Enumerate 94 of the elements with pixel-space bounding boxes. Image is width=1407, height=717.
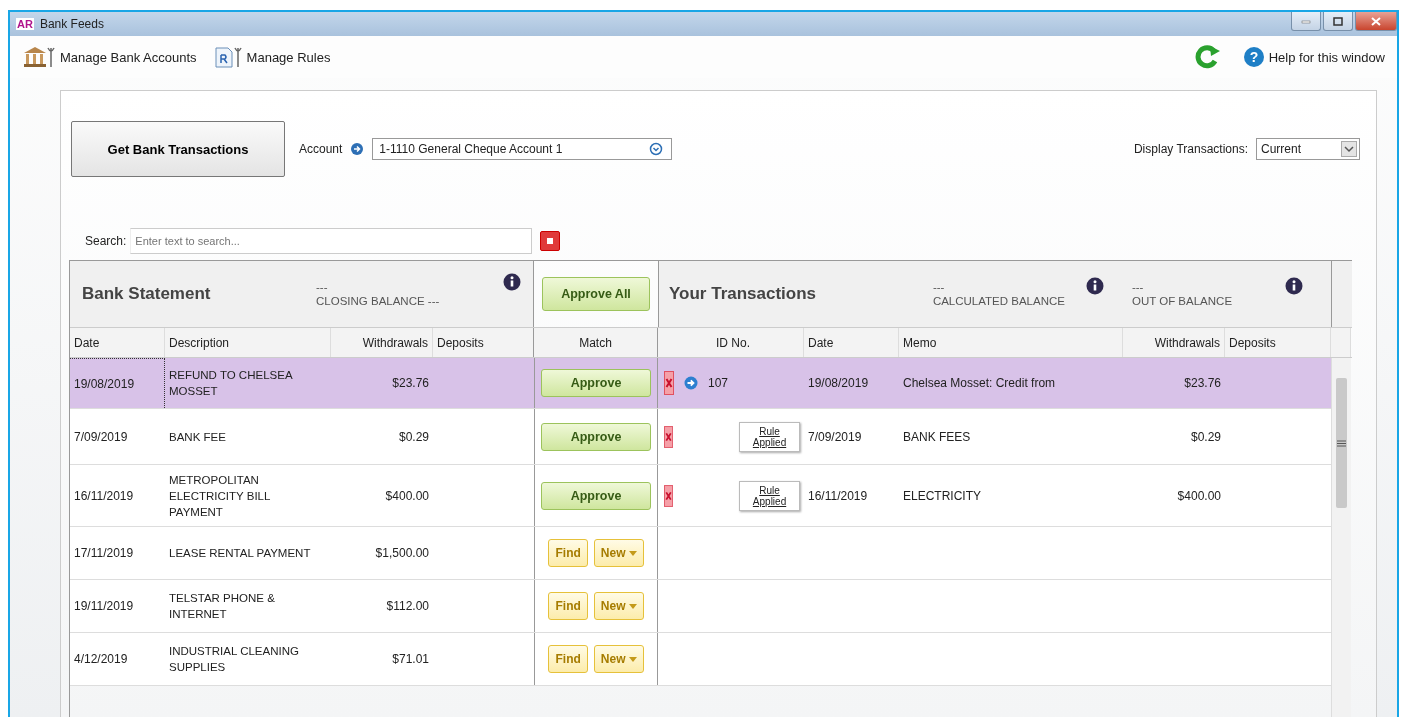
- date-cell-text: 7/09/2019: [807, 428, 863, 446]
- withdrawal-cell-text: $0.29: [1189, 428, 1222, 446]
- column-header[interactable]: Date: [804, 328, 899, 357]
- panel-title: Your Transactions: [669, 284, 818, 304]
- approve-button[interactable]: Approve: [541, 422, 651, 451]
- help-button[interactable]: ? Help for this window: [1242, 46, 1385, 68]
- chevron-down-icon: [649, 142, 664, 156]
- reject-icon[interactable]: [664, 371, 674, 395]
- search-label: Search:: [85, 234, 127, 248]
- memo-cell-text: BANK FEES: [902, 428, 972, 446]
- grip-icon: [1337, 439, 1346, 447]
- description-cell-text: LEASE RENTAL PAYMENT: [168, 546, 312, 561]
- display-select[interactable]: Current: [1256, 138, 1360, 160]
- balance-value: ---: [316, 281, 328, 293]
- search-field[interactable]: Enter text to search...: [130, 228, 533, 254]
- close-icon: [1371, 16, 1381, 26]
- date-cell-text: 4/12/2019: [73, 651, 129, 668]
- column-header[interactable]: Date: [70, 328, 165, 357]
- column-header[interactable]: Match: [534, 328, 658, 357]
- scrollbar-thumb[interactable]: [1336, 378, 1347, 508]
- display-transactions-label: Display Transactions:: [1133, 142, 1248, 156]
- transaction-row[interactable]: 19/08/2019 REFUND TO CHELSEA MOSSET $23.76 Approve 107 19/08/2019 Chelsea Mosset: Credit from $23.76: [70, 358, 1331, 409]
- column-header[interactable]: Withdrawals: [1123, 328, 1225, 357]
- date-cell-text: 16/11/2019: [807, 487, 869, 505]
- withdrawal-cell-text: $23.76: [391, 375, 430, 392]
- balance-label: OUT OF BALANCE: [1131, 295, 1233, 307]
- rule-applied-badge[interactable]: Rule Applied: [739, 480, 800, 511]
- memo-cell-text: ELECTRICITY: [902, 487, 982, 505]
- bank-building-icon: [22, 46, 56, 68]
- document-wrench-icon: [212, 46, 243, 68]
- caret-icon: [628, 656, 637, 662]
- toolbar-button[interactable]: Manage Bank Accounts: [22, 46, 197, 68]
- description-cell-text: TELSTAR PHONE & INTERNET: [168, 591, 276, 622]
- withdrawal-cell-text: $23.76: [1183, 375, 1222, 392]
- withdrawal-cell-text: $400.00: [1176, 487, 1222, 505]
- column-header[interactable]: Deposits: [1225, 328, 1331, 357]
- maximize-button[interactable]: [1323, 12, 1353, 31]
- withdrawal-cell-text: $1,500.00: [374, 545, 430, 562]
- withdrawal-cell-text: $71.01: [391, 651, 430, 668]
- app-logo: AR: [16, 18, 34, 30]
- clear-icon: [546, 237, 555, 245]
- caret-icon: [628, 603, 637, 609]
- column-header[interactable]: ID No.: [658, 328, 804, 357]
- account-label: Account: [299, 142, 343, 156]
- info-icon[interactable]: [1285, 277, 1303, 295]
- toolbar-button[interactable]: Manage Rules: [212, 46, 331, 68]
- memo-cell-text: Chelsea Mosset: Credit from: [902, 375, 1057, 392]
- balance-value: ---: [932, 281, 945, 293]
- date-cell-text: 19/11/2019: [73, 598, 135, 615]
- help-icon: ?: [1242, 46, 1265, 68]
- rule-applied-badge[interactable]: Rule Applied: [739, 421, 800, 452]
- info-icon[interactable]: [1085, 277, 1104, 295]
- date-cell: 19/08/2019: [70, 358, 165, 408]
- refresh-icon[interactable]: [1194, 45, 1221, 69]
- caret-icon: [628, 550, 637, 556]
- approve-button[interactable]: Approve: [541, 481, 651, 510]
- close-button[interactable]: [1355, 12, 1397, 31]
- withdrawal-cell-text: $400.00: [384, 487, 430, 505]
- minimize-icon: [1301, 18, 1311, 24]
- description-cell-text: REFUND TO CHELSEA MOSSET: [168, 368, 294, 399]
- column-header[interactable]: Withdrawals: [331, 328, 433, 357]
- reject-icon[interactable]: [664, 424, 674, 449]
- description-cell-text: BANK FEE: [168, 429, 227, 445]
- transaction-row[interactable]: 7/09/2019 BANK FEE $0.29 Approve Rule Applied 7/09/2019 BANK FEES $0.29: [70, 409, 1331, 465]
- account-select[interactable]: 1-1110 General Cheque Account 1: [372, 138, 673, 160]
- withdrawal-cell-text: $0.29: [397, 428, 430, 446]
- column-header[interactable]: Description: [165, 328, 331, 357]
- column-header[interactable]: Memo: [899, 328, 1123, 357]
- date-cell-text: 16/11/2019: [73, 487, 135, 505]
- window-title: Bank Feeds: [39, 17, 104, 31]
- approve-button[interactable]: Approve: [541, 369, 651, 397]
- get-transactions-button[interactable]: Get Bank Transactions: [71, 121, 285, 177]
- balance-label: CALCULATED BALANCE: [932, 295, 1065, 307]
- maximize-icon: [1333, 16, 1343, 26]
- description-cell-text: METROPOLITAN ELECTRICITY BILL PAYMENT: [168, 472, 271, 520]
- withdrawal-cell-text: $112.00: [385, 598, 430, 615]
- transaction-row[interactable]: 16/11/2019 METROPOLITAN ELECTRICITY BILL PAYMENT $400.00 Approve Rule Applied 16/11/2019 ELECTRICITY $400.00: [70, 465, 1331, 527]
- arrow-circle-icon[interactable]: [350, 142, 365, 156]
- info-icon[interactable]: [503, 273, 521, 291]
- panel-title: Bank Statement: [82, 284, 212, 304]
- description-cell-text: INDUSTRIAL CLEANING SUPPLIES: [168, 644, 300, 675]
- column-header[interactable]: Deposits: [433, 328, 534, 357]
- approve-all-button[interactable]: Approve All: [542, 277, 650, 311]
- id-cell: 107: [708, 375, 729, 391]
- scrollbar[interactable]: [1331, 358, 1351, 717]
- date-cell-text: 19/08/2019: [807, 375, 870, 392]
- reject-icon[interactable]: [664, 483, 674, 508]
- balance-label: CLOSING BALANCE ---: [316, 295, 440, 307]
- balance-value: ---: [1131, 281, 1144, 293]
- date-cell-text: 7/09/2019: [73, 428, 129, 446]
- arrow-circle-icon[interactable]: [684, 376, 698, 390]
- minimize-button[interactable]: [1291, 12, 1321, 31]
- date-cell-text: 17/11/2019: [73, 545, 135, 562]
- clear-search-button[interactable]: [540, 231, 561, 251]
